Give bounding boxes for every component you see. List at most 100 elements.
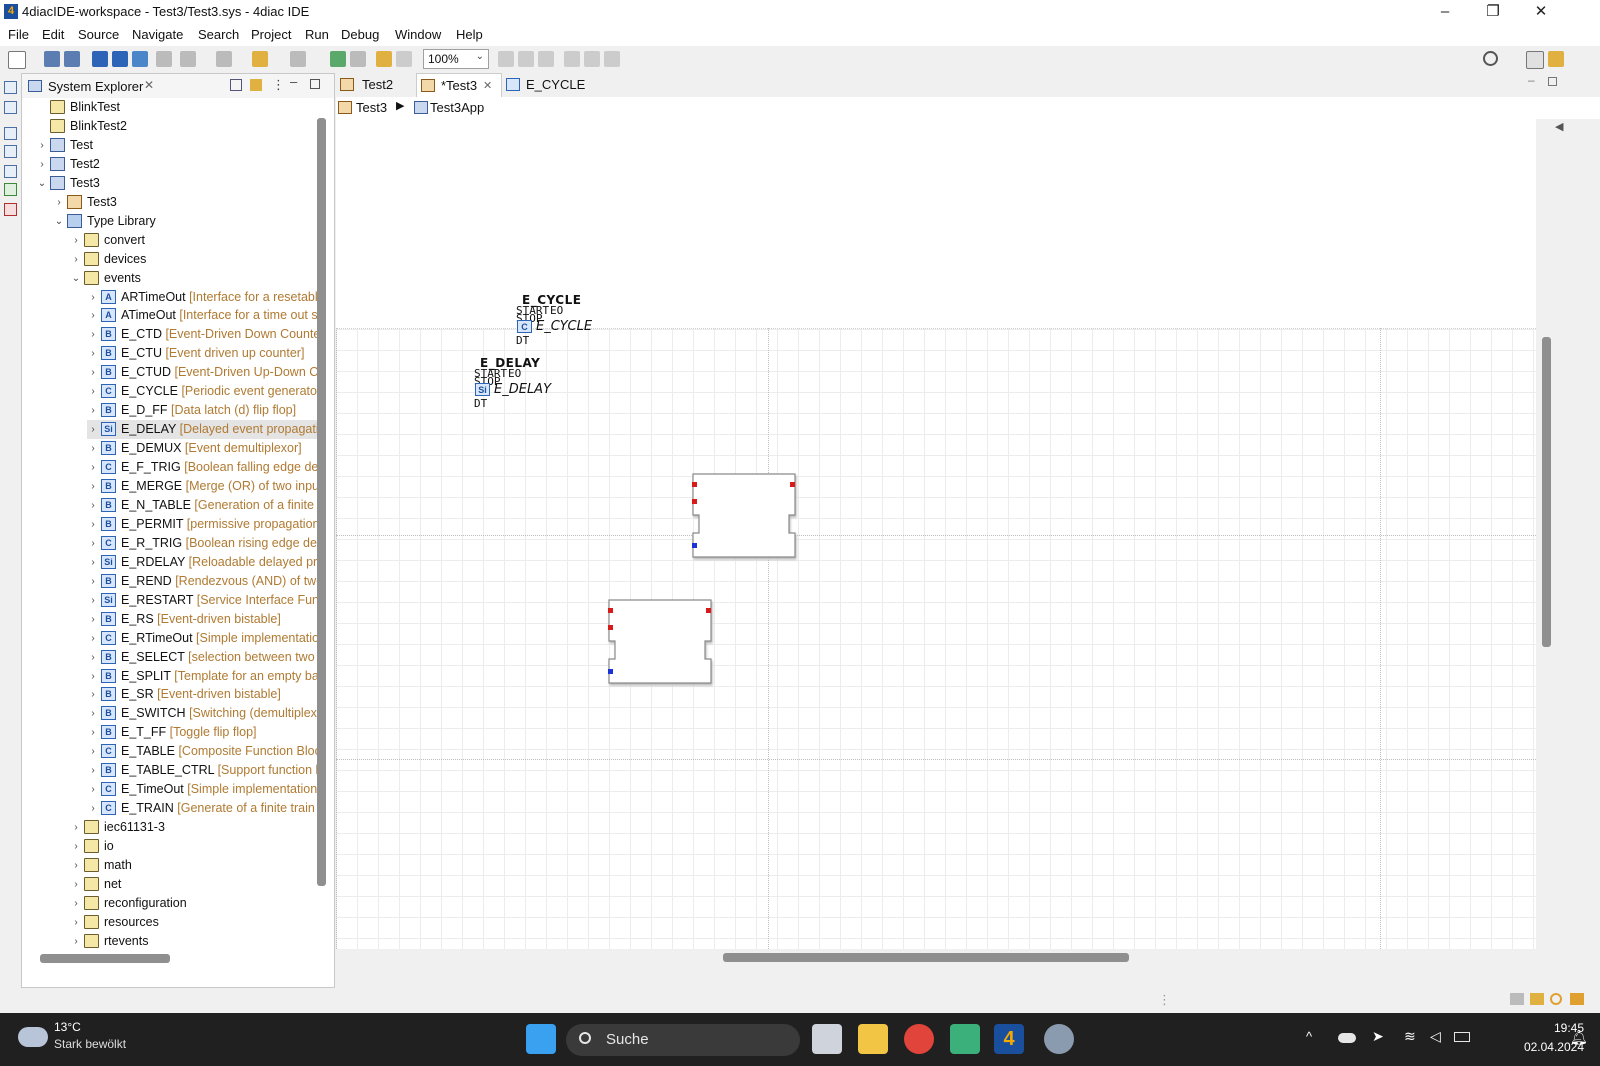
menu-file[interactable]: File (8, 27, 29, 42)
chevron-right-icon[interactable]: › (87, 572, 99, 591)
tree-item[interactable]: › reconfiguration (70, 894, 318, 913)
function-block-shape[interactable] (606, 597, 712, 685)
restore-icon[interactable] (4, 81, 17, 94)
chevron-right-icon[interactable]: › (70, 875, 82, 894)
align-right-icon[interactable] (538, 51, 554, 67)
tree-item[interactable]: › devices (70, 250, 318, 269)
zoom-combo[interactable]: 100% ⌄ (423, 49, 489, 69)
tree-item[interactable]: › B E_SELECT [selection between two ev (87, 648, 318, 667)
tree-item[interactable]: › iec61131-3 (70, 818, 318, 837)
tree-item[interactable]: › Si E_DELAY [Delayed event propagation (87, 420, 318, 440)
tree-item[interactable]: › B E_SPLIT [Template for an empty basi (87, 667, 318, 686)
tree-item[interactable]: › B E_PERMIT [permissive propagation c (87, 515, 318, 534)
link-icon[interactable] (1510, 993, 1524, 1005)
chevron-right-icon[interactable]: › (87, 306, 99, 325)
tree-item[interactable]: › B E_D_FF [Data latch (d) flip flop] (87, 401, 318, 420)
chevron-right-icon[interactable]: › (87, 704, 99, 723)
chevron-right-icon[interactable]: › (70, 856, 82, 875)
tree-item[interactable]: › rtevents (70, 932, 318, 951)
monitor-icon[interactable] (132, 51, 148, 67)
tree-item[interactable]: › B E_N_TABLE [Generation of a finite tra (87, 496, 318, 515)
undo-icon[interactable] (376, 51, 392, 67)
chevron-right-icon[interactable]: › (87, 496, 99, 515)
tree-item[interactable]: › Test (36, 136, 318, 155)
event-output-pin[interactable]: EO (508, 368, 521, 379)
chevron-right-icon[interactable]: › (87, 629, 99, 648)
align-bottom-icon[interactable] (604, 51, 620, 67)
menu-debug[interactable]: Debug (341, 27, 379, 42)
chevron-right-icon[interactable]: › (87, 458, 99, 477)
location-icon[interactable]: ➤ (1372, 1028, 1384, 1045)
battery-icon[interactable] (1454, 1032, 1470, 1042)
tree-item[interactable]: ›C E_R_TRIG [Boolean rising edge detec (87, 534, 318, 553)
breadcrumb-item-test3app[interactable]: Test3App (430, 100, 484, 115)
tree-item[interactable]: › math (70, 856, 318, 875)
tree-item[interactable]: › C E_TimeOut [Simple implementation (87, 780, 318, 799)
menu-project[interactable]: Project (251, 27, 291, 42)
data-input-pin[interactable]: DT (516, 335, 529, 346)
chevron-down-icon[interactable]: ⌄ (70, 269, 82, 288)
chevron-right-icon[interactable]: › (36, 155, 48, 174)
minimize-view-icon[interactable]: – (290, 74, 297, 89)
chrome-icon[interactable] (904, 1024, 934, 1054)
tab-test2[interactable]: Test2 (340, 73, 418, 97)
chevron-right-icon[interactable]: › (70, 894, 82, 913)
tree-item[interactable]: › resources (70, 913, 318, 932)
chevron-right-icon[interactable]: › (87, 667, 99, 686)
volume-icon[interactable]: ◁ (1430, 1028, 1441, 1045)
new-icon[interactable] (8, 51, 26, 69)
tree-item[interactable]: › C E_CYCLE [Periodic event generator] (87, 382, 318, 401)
tab-e-cycle[interactable]: E_CYCLE (506, 73, 602, 97)
chevron-right-icon[interactable]: › (87, 780, 99, 799)
chevron-right-icon[interactable]: › (87, 685, 99, 704)
cloud-icon[interactable] (18, 1027, 48, 1047)
type-navigator-icon[interactable] (4, 101, 17, 114)
chevron-right-icon[interactable]: › (87, 382, 99, 401)
tree-item[interactable]: › io (70, 837, 318, 856)
tree-item[interactable]: › B E_T_FF [Toggle flip flop] (87, 723, 318, 742)
layout-icon[interactable] (156, 51, 172, 67)
search-icon[interactable] (1483, 51, 1498, 66)
chevron-right-icon[interactable]: › (87, 799, 99, 818)
chevron-right-icon[interactable]: › (87, 344, 99, 363)
tree-item[interactable]: BlinkTest2 (36, 117, 318, 136)
chevron-down-icon[interactable]: ⌄ (36, 174, 48, 193)
chevron-right-icon[interactable]: › (87, 515, 99, 534)
chevron-up-icon[interactable]: ^ (1306, 1029, 1312, 1044)
taskbar-search[interactable]: Suche (566, 1024, 800, 1056)
book-icon[interactable] (1530, 993, 1544, 1005)
align-left-icon[interactable] (498, 51, 514, 67)
notification-bell-icon[interactable]: 🔔︎ (1570, 1029, 1588, 1046)
maximize-editor-icon[interactable] (1548, 77, 1557, 86)
tree-item[interactable]: ⌄ events (70, 269, 318, 288)
explorer-vertical-scrollbar[interactable] (317, 118, 326, 886)
tree-item[interactable]: › Si E_RDELAY [Reloadable delayed prop (87, 553, 318, 572)
menu-run[interactable]: Run (305, 27, 329, 42)
chevron-right-icon[interactable]: › (87, 420, 99, 439)
close-button[interactable]: ✕ (1518, 0, 1564, 24)
event-input-pin[interactable] (608, 625, 613, 630)
redo-icon[interactable] (396, 51, 412, 67)
menu-edit[interactable]: Edit (42, 27, 64, 42)
tree-item[interactable]: › C E_TRAIN [Generate of a finite train o (87, 799, 318, 818)
navigate-down-icon[interactable] (180, 51, 196, 67)
align-top-icon[interactable] (564, 51, 580, 67)
tree-item[interactable]: › C E_RTimeOut [Simple implementation (87, 629, 318, 648)
chevron-right-icon[interactable]: › (53, 193, 65, 212)
maximize-view-icon[interactable] (310, 79, 320, 89)
open-icon[interactable] (330, 51, 346, 67)
problems-icon[interactable] (4, 203, 17, 216)
app-icon[interactable] (950, 1024, 980, 1054)
event-output-pin[interactable]: EO (550, 305, 563, 316)
tree-item[interactable]: › convert (70, 231, 318, 250)
chevron-right-icon[interactable]: › (70, 818, 82, 837)
event-output-pin[interactable] (706, 608, 711, 613)
chevron-right-icon[interactable]: › (70, 837, 82, 856)
tab-test3[interactable]: *Test3 ✕ (416, 73, 502, 97)
function-block-e-cycle[interactable]: E_CYCLE START STOP EO C E_CYCLE DT (514, 293, 634, 349)
scrollbar-thumb[interactable] (723, 953, 1129, 962)
scrollbar-thumb[interactable] (1542, 337, 1551, 647)
collapse-all-icon[interactable] (230, 79, 242, 91)
link-editor-icon[interactable] (250, 79, 262, 91)
chevron-right-icon[interactable]: › (87, 363, 99, 382)
